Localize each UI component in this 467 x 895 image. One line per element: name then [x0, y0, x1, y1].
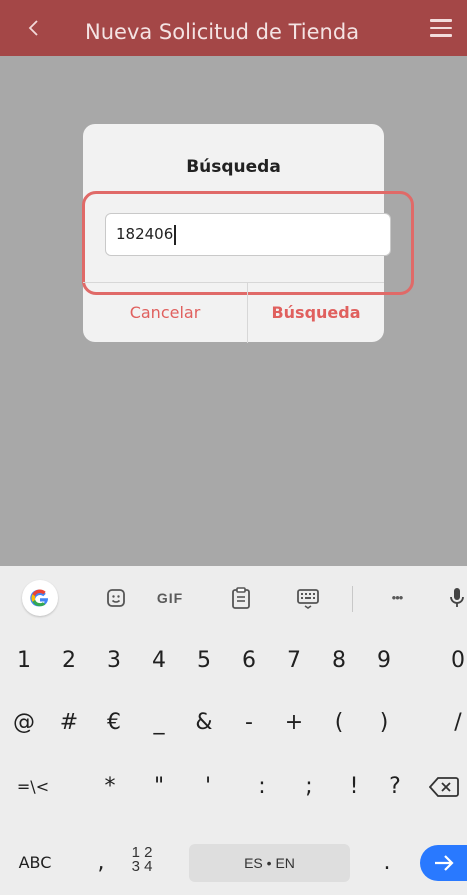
- key-0[interactable]: 0: [440, 636, 467, 686]
- key-fraction[interactable]: 1 2 3 4: [122, 838, 162, 888]
- gif-button[interactable]: GIF: [152, 582, 188, 614]
- key-1[interactable]: 1: [6, 636, 42, 686]
- key-7[interactable]: 7: [276, 636, 312, 686]
- key-comma[interactable]: ,: [86, 838, 116, 888]
- soft-keyboard: GIF ••• 1 2 3 4 5 6 7 8 9 0 @ # € _ & - …: [0, 566, 467, 895]
- key-5[interactable]: 5: [186, 636, 222, 686]
- key-exclamation[interactable]: !: [336, 762, 372, 812]
- key-more-symbols[interactable]: =\<: [10, 762, 56, 812]
- key-6[interactable]: 6: [231, 636, 267, 686]
- dialog-title: Búsqueda: [186, 157, 281, 177]
- clipboard-icon[interactable]: [227, 582, 255, 614]
- key-slash[interactable]: /: [440, 698, 467, 748]
- keyboard-toolbar: GIF •••: [0, 566, 467, 630]
- search-input[interactable]: 182406: [105, 213, 391, 256]
- page-title: Nueva Solicitud de Tienda: [85, 20, 360, 44]
- key-double-quote[interactable]: ": [141, 762, 177, 812]
- more-icon[interactable]: •••: [382, 582, 412, 614]
- key-asterisk[interactable]: *: [92, 762, 128, 812]
- backspace-icon[interactable]: [424, 762, 464, 812]
- key-paren-close[interactable]: ): [366, 698, 402, 748]
- key-ampersand[interactable]: &: [186, 698, 222, 748]
- search-dialog: Búsqueda 182406 Cancelar Búsqueda: [82, 124, 414, 343]
- mic-icon[interactable]: [447, 582, 467, 614]
- google-icon[interactable]: [22, 580, 58, 616]
- sticker-icon[interactable]: [102, 582, 130, 614]
- key-colon[interactable]: :: [244, 762, 280, 812]
- key-semicolon[interactable]: ;: [291, 762, 327, 812]
- key-9[interactable]: 9: [366, 636, 402, 686]
- key-3[interactable]: 3: [96, 636, 132, 686]
- fraction-bottom: 3 4: [131, 858, 153, 875]
- key-paren-open[interactable]: (: [321, 698, 357, 748]
- key-hash[interactable]: #: [51, 698, 87, 748]
- key-2[interactable]: 2: [51, 636, 87, 686]
- dialog-buttons: Cancelar Búsqueda: [83, 282, 384, 343]
- key-at[interactable]: @: [6, 698, 42, 748]
- key-abc[interactable]: ABC: [10, 838, 60, 888]
- search-input-value: 182406: [116, 225, 174, 243]
- keyboard-icon[interactable]: [293, 582, 323, 614]
- enter-arrow-icon[interactable]: [420, 845, 467, 881]
- space-bar[interactable]: ES • EN: [189, 844, 350, 882]
- hamburger-menu-icon[interactable]: [430, 19, 452, 37]
- key-plus[interactable]: +: [276, 698, 312, 748]
- search-button[interactable]: Búsqueda: [248, 283, 384, 343]
- key-single-quote[interactable]: ': [190, 762, 226, 812]
- modal-overlay: Búsqueda 182406 Cancelar Búsqueda: [0, 56, 467, 566]
- header-bar: Nueva Solicitud de Tienda: [0, 0, 467, 56]
- key-underscore[interactable]: _: [141, 698, 177, 748]
- key-8[interactable]: 8: [321, 636, 357, 686]
- cancel-button[interactable]: Cancelar: [83, 283, 247, 343]
- key-question[interactable]: ?: [377, 762, 413, 812]
- key-period[interactable]: .: [372, 838, 402, 888]
- key-euro[interactable]: €: [96, 698, 132, 748]
- key-minus[interactable]: -: [231, 698, 267, 748]
- toolbar-divider: [352, 586, 353, 612]
- key-4[interactable]: 4: [141, 636, 177, 686]
- chevron-left-icon[interactable]: [22, 16, 46, 40]
- text-caret: [174, 224, 176, 245]
